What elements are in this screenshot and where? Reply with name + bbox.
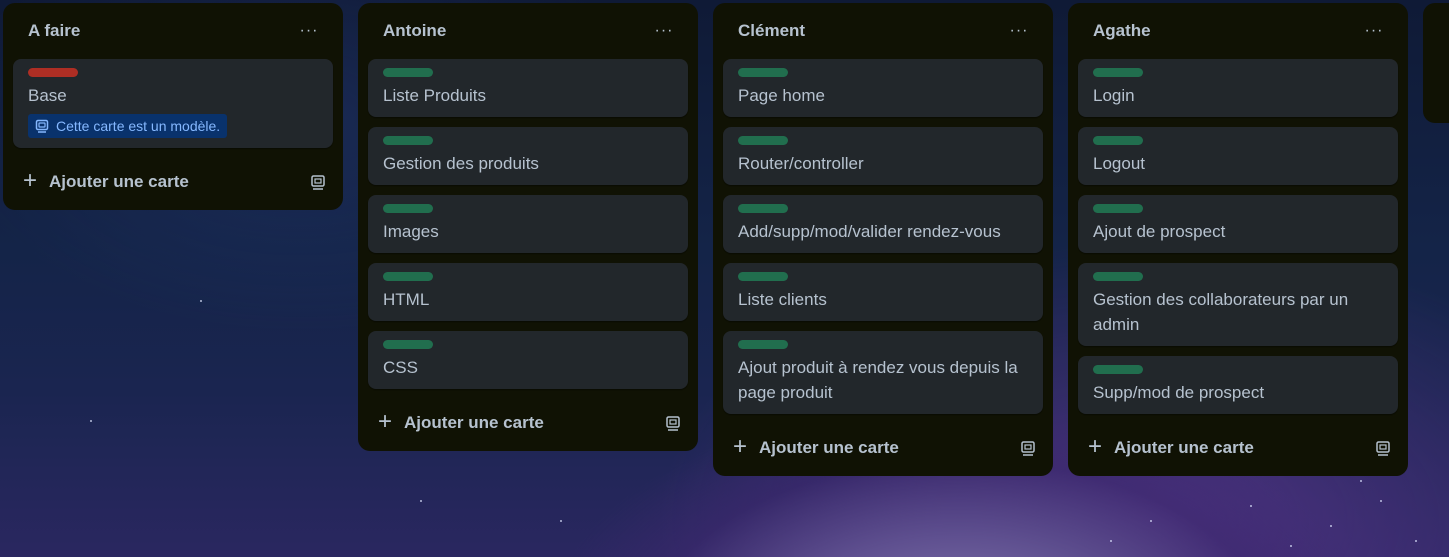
list-footer: + Ajouter une carte bbox=[1078, 424, 1398, 464]
plus-icon: + bbox=[733, 433, 748, 460]
list-footer: + Ajouter une carte bbox=[13, 158, 333, 198]
card-title: Liste Produits bbox=[383, 86, 486, 105]
card-label bbox=[1093, 365, 1143, 374]
create-from-template-icon[interactable] bbox=[309, 173, 327, 191]
list-header: Agathe ··· bbox=[1078, 3, 1398, 59]
card-title: HTML bbox=[383, 290, 430, 309]
card[interactable]: Add/supp/mod/valider rendez-vous bbox=[723, 195, 1043, 253]
card-title: Base bbox=[28, 86, 67, 105]
card-label bbox=[383, 136, 433, 145]
add-card-button[interactable]: + Ajouter une carte bbox=[733, 433, 899, 460]
card-label bbox=[738, 204, 788, 213]
list-clement: Clément ··· Page home Router/controller … bbox=[713, 3, 1053, 476]
card-title: Login bbox=[1093, 86, 1135, 105]
card[interactable]: Login bbox=[1078, 59, 1398, 117]
template-badge: Cette carte est un modèle. bbox=[28, 114, 228, 138]
card[interactable]: Base Cette carte est un modèle. bbox=[13, 59, 333, 148]
list-header: A faire ··· bbox=[13, 3, 333, 59]
card-title: Router/controller bbox=[738, 154, 864, 173]
list-menu-button[interactable]: ··· bbox=[293, 15, 325, 47]
list-header: Clément ··· bbox=[723, 3, 1043, 59]
card[interactable]: HTML bbox=[368, 263, 688, 321]
list-menu-button[interactable]: ··· bbox=[1003, 15, 1035, 47]
card[interactable]: Ajout de prospect bbox=[1078, 195, 1398, 253]
list-footer: + Ajouter une carte bbox=[368, 399, 688, 439]
template-icon bbox=[35, 119, 49, 133]
add-card-button[interactable]: + Ajouter une carte bbox=[378, 408, 544, 435]
create-from-template-icon[interactable] bbox=[1374, 439, 1392, 457]
card[interactable]: Liste clients bbox=[723, 263, 1043, 321]
card-title: Liste clients bbox=[738, 290, 827, 309]
card-title: Add/supp/mod/valider rendez-vous bbox=[738, 222, 1001, 241]
card[interactable]: Images bbox=[368, 195, 688, 253]
add-list-panel[interactable] bbox=[1423, 3, 1449, 123]
card-label bbox=[1093, 204, 1143, 213]
card-title: Ajout produit à rendez vous depuis la pa… bbox=[738, 358, 1018, 402]
card[interactable]: Liste Produits bbox=[368, 59, 688, 117]
list-agathe: Agathe ··· Login Logout Ajout de prospec… bbox=[1068, 3, 1408, 476]
plus-icon: + bbox=[378, 408, 393, 435]
list-antoine: Antoine ··· Liste Produits Gestion des p… bbox=[358, 3, 698, 451]
list-menu-button[interactable]: ··· bbox=[648, 15, 680, 47]
plus-icon: + bbox=[1088, 433, 1103, 460]
add-card-label: Ajouter une carte bbox=[49, 172, 189, 191]
list-title[interactable]: Agathe bbox=[1093, 21, 1151, 41]
list-title[interactable]: Antoine bbox=[383, 21, 446, 41]
add-card-label: Ajouter une carte bbox=[1114, 438, 1254, 457]
card-label bbox=[28, 68, 78, 77]
list-header: Antoine ··· bbox=[368, 3, 688, 59]
card-label bbox=[1093, 68, 1143, 77]
card-title: Gestion des collaborateurs par un admin bbox=[1093, 290, 1349, 334]
card-title: Images bbox=[383, 222, 439, 241]
card-label bbox=[1093, 272, 1143, 281]
create-from-template-icon[interactable] bbox=[664, 414, 682, 432]
card[interactable]: CSS bbox=[368, 331, 688, 389]
card-title: Ajout de prospect bbox=[1093, 222, 1226, 241]
list-title[interactable]: Clément bbox=[738, 21, 805, 41]
card-label bbox=[1093, 136, 1143, 145]
card-title: Supp/mod de prospect bbox=[1093, 383, 1265, 402]
card-label bbox=[738, 272, 788, 281]
add-card-label: Ajouter une carte bbox=[759, 438, 899, 457]
list-footer: + Ajouter une carte bbox=[723, 424, 1043, 464]
add-card-button[interactable]: + Ajouter une carte bbox=[23, 167, 189, 194]
card-label bbox=[383, 272, 433, 281]
card[interactable]: Supp/mod de prospect bbox=[1078, 356, 1398, 414]
card-title: CSS bbox=[383, 358, 418, 377]
card[interactable]: Gestion des collaborateurs par un admin bbox=[1078, 263, 1398, 346]
card-label bbox=[738, 68, 788, 77]
add-card-button[interactable]: + Ajouter une carte bbox=[1088, 433, 1254, 460]
card[interactable]: Router/controller bbox=[723, 127, 1043, 185]
card-title: Page home bbox=[738, 86, 825, 105]
list-menu-button[interactable]: ··· bbox=[1358, 15, 1390, 47]
card[interactable]: Logout bbox=[1078, 127, 1398, 185]
card-label bbox=[383, 340, 433, 349]
list-title[interactable]: A faire bbox=[28, 21, 80, 41]
card-label bbox=[383, 204, 433, 213]
card-label bbox=[383, 68, 433, 77]
card[interactable]: Gestion des produits bbox=[368, 127, 688, 185]
card-label bbox=[738, 340, 788, 349]
card-title: Gestion des produits bbox=[383, 154, 539, 173]
card-title: Logout bbox=[1093, 154, 1145, 173]
plus-icon: + bbox=[23, 167, 38, 194]
list-a-faire: A faire ··· Base Cette carte est un modè… bbox=[3, 3, 343, 210]
card-label bbox=[738, 136, 788, 145]
template-badge-label: Cette carte est un modèle. bbox=[56, 118, 221, 134]
create-from-template-icon[interactable] bbox=[1019, 439, 1037, 457]
card[interactable]: Page home bbox=[723, 59, 1043, 117]
card[interactable]: Ajout produit à rendez vous depuis la pa… bbox=[723, 331, 1043, 414]
add-card-label: Ajouter une carte bbox=[404, 413, 544, 432]
